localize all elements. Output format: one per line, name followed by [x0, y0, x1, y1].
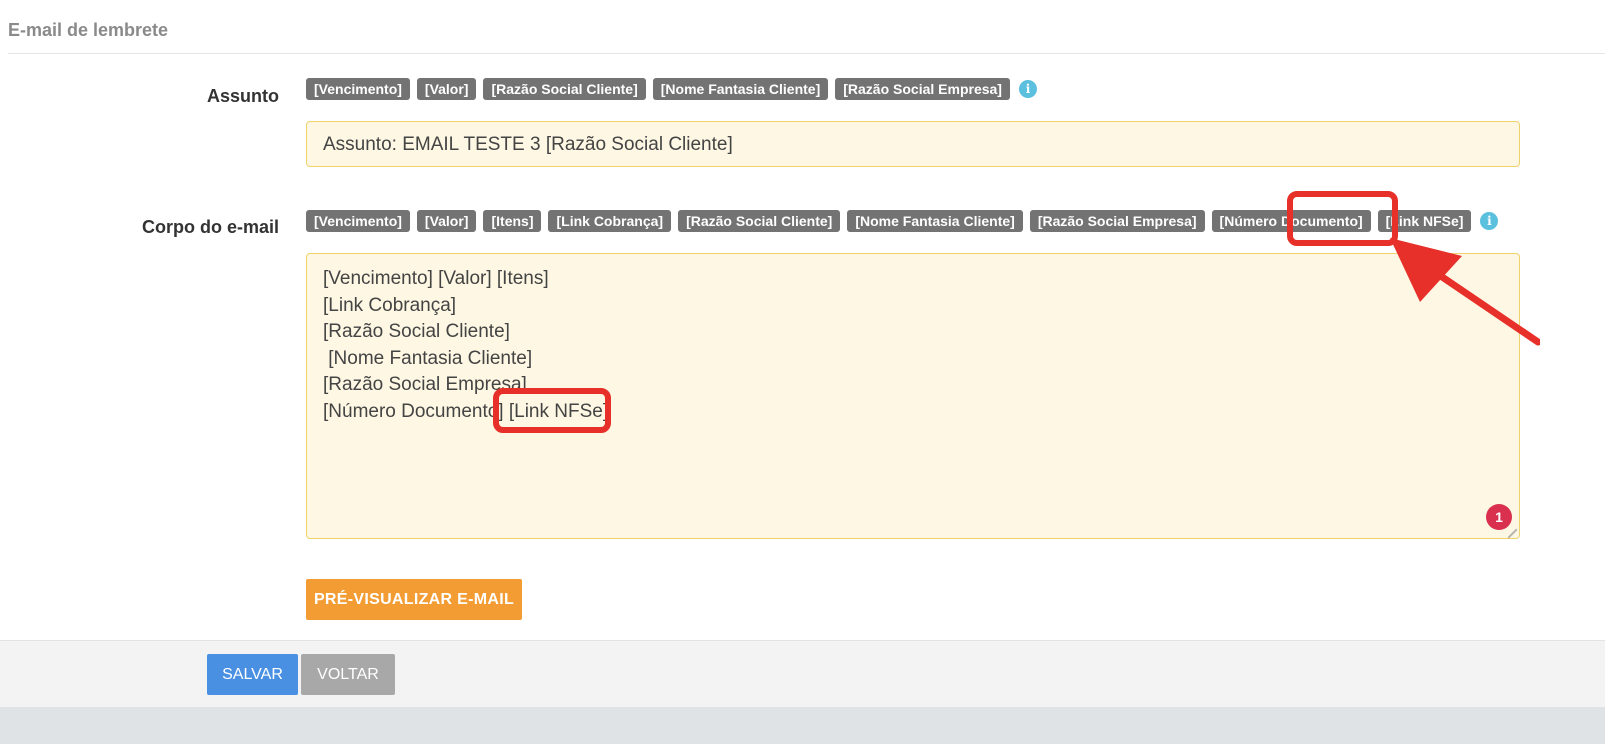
body-tag-nome-fantasia-cliente[interactable]: [Nome Fantasia Cliente] — [847, 210, 1023, 232]
body-tag-razao-social-empresa[interactable]: [Razão Social Empresa] — [1029, 210, 1205, 232]
email-settings-card: E-mail de lembrete Assunto [Vencimento] … — [0, 0, 1605, 640]
page-bottom-strip — [0, 707, 1605, 744]
save-button[interactable]: SALVAR — [207, 654, 298, 695]
subject-tag-row: [Vencimento] [Valor] [Razão Social Clien… — [306, 78, 1037, 100]
annotation-highlight-tag — [1287, 191, 1398, 246]
info-icon[interactable]: i — [1018, 80, 1037, 98]
body-textarea[interactable]: [Vencimento] [Valor] [Itens] [Link Cobra… — [306, 253, 1520, 539]
body-line: [Nome Fantasia Cliente] — [323, 347, 533, 369]
subject-tag-razao-social-cliente[interactable]: [Razão Social Cliente] — [483, 78, 646, 100]
annotation-highlight-text — [493, 388, 611, 433]
body-line: [Vencimento] [Valor] [Itens] — [323, 268, 549, 289]
info-icon[interactable]: i — [1480, 212, 1499, 230]
section-divider — [8, 53, 1605, 54]
body-label: Corpo do e-mail — [141, 217, 279, 237]
body-line: [Razão Social Cliente] — [323, 321, 510, 342]
subject-tag-razao-social-empresa[interactable]: [Razão Social Empresa] — [835, 78, 1010, 100]
preview-email-button[interactable]: PRÉ-VISUALIZAR E-MAIL — [306, 579, 522, 620]
annotation-arrow-icon — [1390, 238, 1540, 346]
subject-tag-vencimento[interactable]: [Vencimento] — [306, 78, 410, 100]
body-line: [Link Cobrança] — [323, 294, 457, 316]
body-tag-razao-social-cliente[interactable]: [Razão Social Cliente] — [678, 210, 841, 232]
section-title: E-mail de lembrete — [8, 20, 169, 40]
subject-input[interactable]: Assunto: EMAIL TESTE 3 [Razão Social Cli… — [306, 121, 1520, 167]
subject-tag-valor[interactable]: [Valor] — [416, 78, 477, 100]
body-tag-vencimento[interactable]: [Vencimento] — [306, 210, 410, 232]
body-tag-valor[interactable]: [Valor] — [416, 210, 477, 232]
back-button[interactable]: VOLTAR — [301, 654, 395, 695]
body-tag-itens[interactable]: [Itens] — [483, 210, 542, 232]
subject-label: Assunto — [207, 86, 279, 106]
body-tag-link-cobranca[interactable]: [Link Cobrança] — [548, 210, 672, 232]
subject-tag-nome-fantasia-cliente[interactable]: [Nome Fantasia Cliente] — [652, 78, 829, 100]
